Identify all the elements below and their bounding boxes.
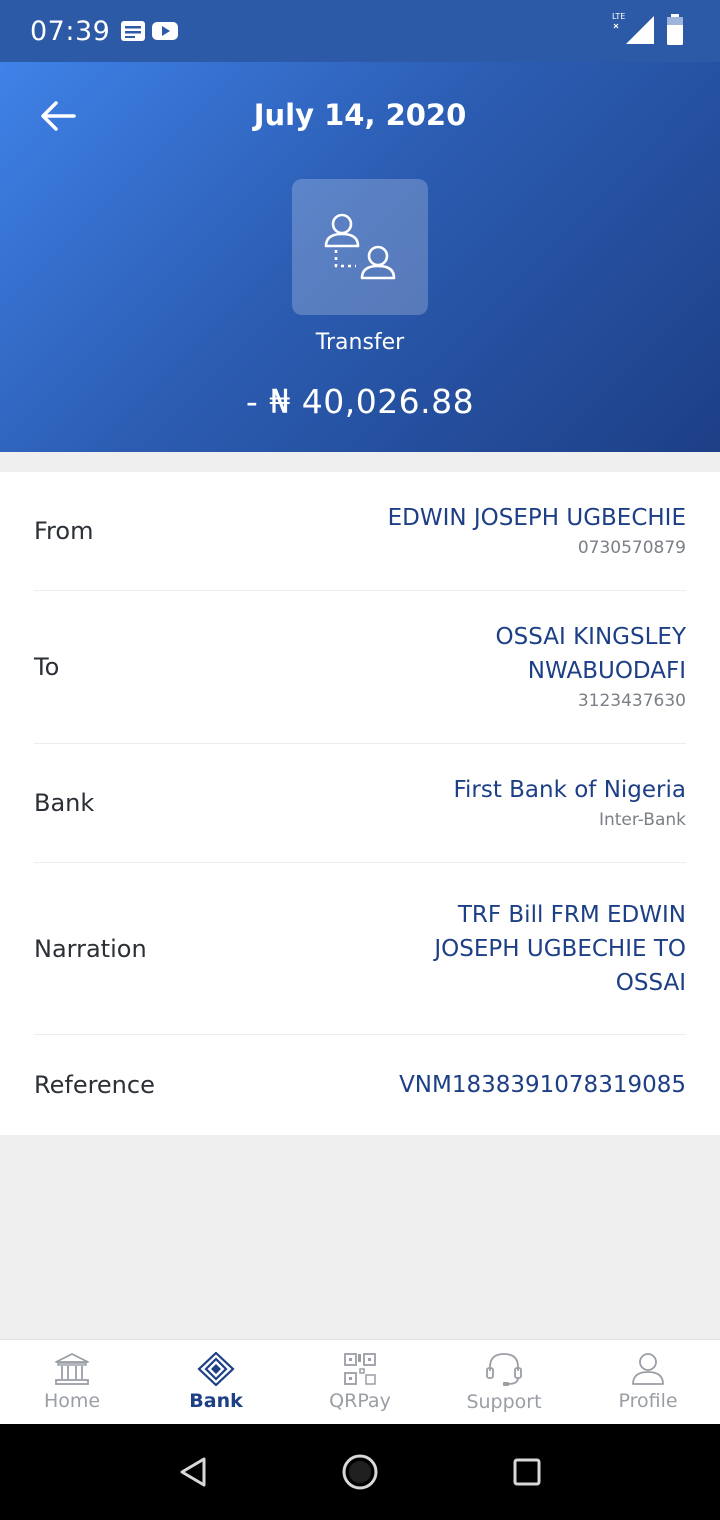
transaction-date: July 14, 2020 [253, 98, 467, 132]
narration-line3: OSSAI [615, 969, 686, 996]
narration-line2: JOSEPH UGBECHIE TO [434, 935, 686, 962]
system-recents-button[interactable] [497, 1442, 557, 1502]
detail-row-reference: Reference VNM1838391078319085 [34, 1035, 686, 1134]
system-home-button[interactable] [330, 1442, 390, 1502]
nav-label-profile: Profile [618, 1390, 678, 1412]
lte-signal-icon: LTE [610, 12, 656, 46]
narration-label: Narration [34, 934, 147, 963]
bank-name: First Bank of Nigeria [453, 777, 686, 803]
detail-row-to: To OSSAI KINGSLEY NWABUODAFI 3123437630 [34, 591, 686, 744]
bank-label: Bank [34, 789, 95, 817]
nav-item-profile[interactable]: Profile [576, 1340, 720, 1424]
reference-label: Reference [34, 1070, 155, 1099]
circle-home-icon [342, 1454, 378, 1490]
from-label: From [34, 517, 94, 545]
to-label: To [34, 653, 60, 681]
user-icon [632, 1353, 664, 1385]
system-nav-bar [0, 1424, 720, 1520]
triangle-back-icon [180, 1457, 206, 1487]
reference-value: VNM1838391078319085 [399, 1071, 686, 1098]
bottom-nav: Home Bank QRPay Support Profile [0, 1339, 720, 1424]
from-name: EDWIN JOSEPH UGBECHIE [387, 505, 686, 531]
nav-item-support[interactable]: Support [432, 1340, 576, 1424]
system-back-button[interactable] [163, 1442, 223, 1502]
from-account: 0730570879 [577, 538, 686, 558]
detail-row-narration: Narration TRF Bill FRM EDWIN JOSEPH UGBE… [34, 863, 686, 1035]
transaction-header: July 14, 2020 Transfer - ₦ 40,026.88 [0, 62, 720, 452]
to-account: 3123437630 [577, 691, 686, 711]
youtube-notification-icon [152, 22, 179, 40]
to-name-line1: OSSAI KINGSLEY [495, 624, 686, 650]
transaction-type: Transfer [315, 330, 405, 355]
transfer-users-icon [324, 213, 396, 280]
battery-icon [667, 14, 683, 45]
bank-building-icon [55, 1353, 89, 1385]
to-name-line2: NWABUODAFI [527, 658, 686, 684]
nav-label-support: Support [466, 1391, 542, 1413]
diamond-icon [197, 1352, 235, 1386]
square-recents-icon [513, 1458, 541, 1486]
narration-line1: TRF Bill FRM EDWIN [457, 901, 686, 928]
bank-type: Inter-Bank [598, 810, 686, 830]
nav-label-bank: Bank [189, 1390, 243, 1412]
status-bar: 07:39 LTE [0, 0, 720, 62]
transaction-amount: - ₦ 40,026.88 [245, 382, 475, 421]
nav-item-home[interactable]: Home [0, 1340, 144, 1424]
transfer-icon-box [292, 179, 428, 315]
transaction-details: From EDWIN JOSEPH UGBECHIE 0730570879 To… [0, 472, 720, 1135]
status-time: 07:39 [30, 15, 111, 47]
detail-row-from: From EDWIN JOSEPH UGBECHIE 0730570879 [34, 472, 686, 591]
nav-item-bank[interactable]: Bank [144, 1340, 288, 1424]
qr-code-icon [344, 1353, 376, 1385]
nav-label-qrpay: QRPay [329, 1390, 391, 1412]
nav-label-home: Home [43, 1390, 101, 1412]
headset-icon [486, 1353, 522, 1386]
message-notification-icon [121, 21, 146, 41]
nav-item-qrpay[interactable]: QRPay [288, 1340, 432, 1424]
detail-row-bank: Bank First Bank of Nigeria Inter-Bank [34, 744, 686, 863]
